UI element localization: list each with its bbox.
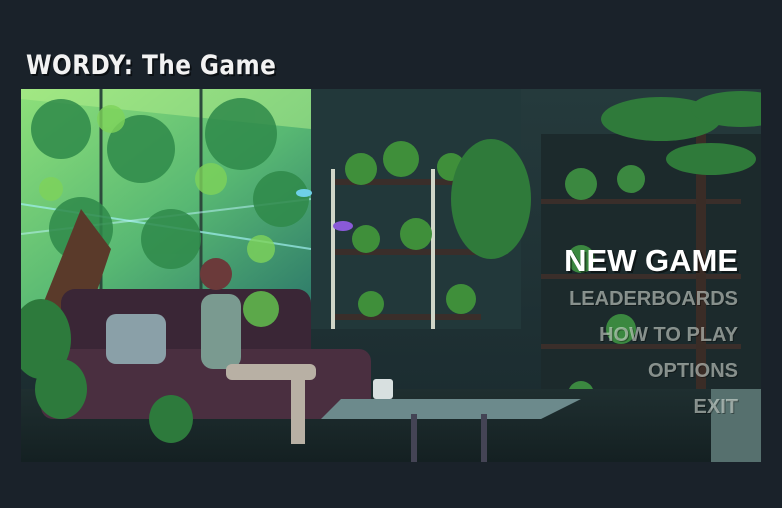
- options-button[interactable]: OPTIONS: [564, 353, 738, 389]
- how-to-play-button[interactable]: HOW TO PLAY: [564, 317, 738, 353]
- game-title: WORDY: The Game: [26, 50, 277, 81]
- exit-button[interactable]: EXIT: [564, 389, 738, 425]
- leaderboards-button[interactable]: LEADERBOARDS: [564, 281, 738, 317]
- main-menu: NEW GAME LEADERBOARDS HOW TO PLAY OPTION…: [564, 243, 738, 425]
- new-game-button[interactable]: NEW GAME: [564, 243, 738, 279]
